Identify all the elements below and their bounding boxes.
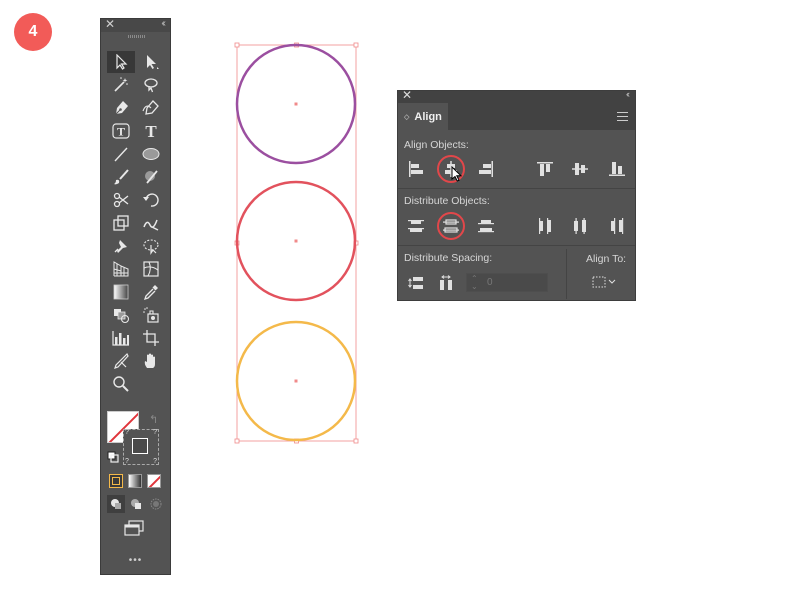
align-objects-label: Align Objects: xyxy=(404,139,469,151)
tab-options-icon: ◇ xyxy=(404,113,410,121)
selection-handle-tl xyxy=(234,42,240,48)
spacing-value-text: 0 xyxy=(487,277,493,288)
vertical-distribute-space-icon[interactable] xyxy=(404,272,428,294)
horizontal-distribute-left-icon[interactable] xyxy=(533,215,557,237)
center-point-yellow xyxy=(294,379,298,383)
panel-menu-icon[interactable] xyxy=(617,112,628,121)
spacing-value-field[interactable]: ⌃ ⌄ 0 xyxy=(466,273,548,292)
collapse-icon[interactable]: ‹‹ xyxy=(626,89,630,99)
align-panel-tabbar: ◇ Align xyxy=(398,103,635,130)
section-divider xyxy=(566,249,567,299)
vertical-distribute-top-icon[interactable] xyxy=(404,215,428,237)
horizontal-distribute-right-icon[interactable] xyxy=(605,215,629,237)
selection-handle-bl xyxy=(234,438,240,444)
horizontal-distribute-space-icon[interactable] xyxy=(434,272,458,294)
center-point-purple xyxy=(294,102,298,106)
cursor-arrow-icon xyxy=(451,166,463,182)
tab-align[interactable]: ◇ Align xyxy=(398,103,448,130)
align-panel-titlebar: ✕ ‹‹ xyxy=(398,88,635,103)
section-divider xyxy=(398,245,635,246)
tab-align-label: Align xyxy=(414,110,442,123)
distribute-objects-label: Distribute Objects: xyxy=(404,195,490,207)
selection-handle-br xyxy=(353,438,359,444)
horizontal-distribute-center-icon[interactable] xyxy=(568,215,592,237)
selection-handle-tr xyxy=(353,42,359,48)
vertical-distribute-bottom-icon[interactable] xyxy=(474,215,498,237)
align-panel: ✕ ‹‹ ◇ Align Align Objects: Distribute O… xyxy=(397,88,636,301)
stepper-arrows-icon[interactable]: ⌃ ⌄ xyxy=(471,275,478,291)
horizontal-align-right-icon[interactable] xyxy=(474,158,498,180)
vertical-align-bottom-icon[interactable] xyxy=(605,158,629,180)
align-to-selection-icon[interactable] xyxy=(591,274,617,295)
distribute-spacing-label: Distribute Spacing: xyxy=(404,252,493,264)
center-point-red xyxy=(294,239,298,243)
vertical-align-center-icon[interactable] xyxy=(568,158,592,180)
align-to-label: Align To: xyxy=(586,253,627,265)
horizontal-align-left-icon[interactable] xyxy=(404,158,428,180)
vertical-align-top-icon[interactable] xyxy=(533,158,557,180)
vertical-distribute-center-icon[interactable] xyxy=(439,215,463,237)
section-divider xyxy=(398,188,635,189)
close-icon[interactable]: ✕ xyxy=(402,88,412,102)
